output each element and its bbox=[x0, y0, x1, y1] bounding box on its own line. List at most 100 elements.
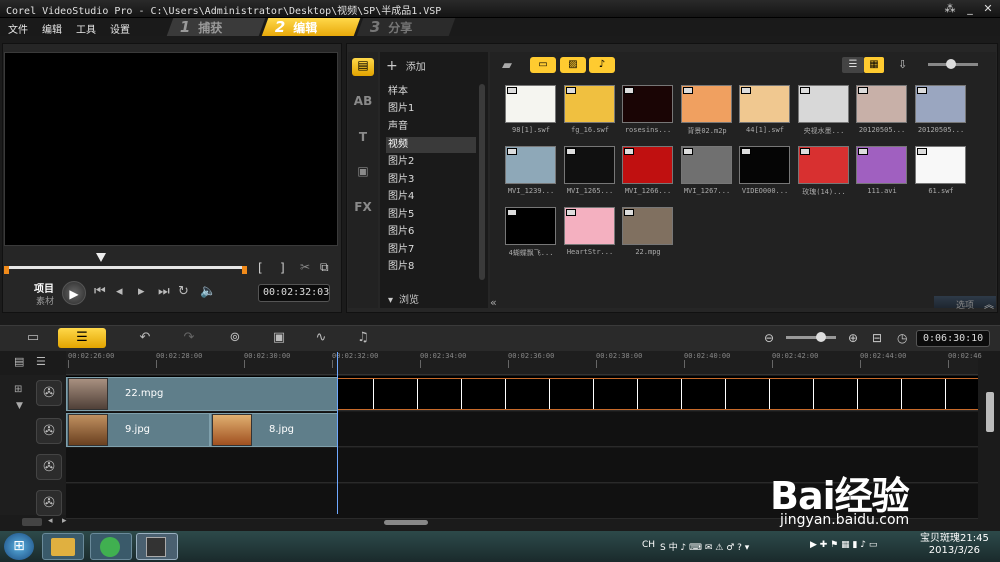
volume-icon[interactable]: 🔈 bbox=[200, 284, 216, 299]
voice-track-icon[interactable]: ✇ bbox=[36, 490, 62, 516]
scroll-left-icon[interactable]: ◂ bbox=[48, 516, 53, 526]
mode-project-label[interactable]: 项目 bbox=[34, 280, 54, 295]
add-folder-button[interactable]: + 添加 bbox=[386, 58, 426, 74]
tray-icons[interactable]: S 中 ♪ ⌨ ✉ ⚠ ♂ ? ▾ bbox=[660, 540, 749, 553]
media-library-icon[interactable]: ▤ bbox=[352, 58, 374, 76]
home-icon[interactable]: ⏮ bbox=[94, 284, 106, 299]
menu-edit[interactable]: 编辑 bbox=[42, 21, 62, 36]
step-share-tab[interactable]: 3 分享 bbox=[356, 18, 456, 36]
filter-fx-icon[interactable]: FX bbox=[352, 200, 374, 218]
library-thumbnail[interactable] bbox=[622, 146, 673, 184]
library-thumbnail[interactable] bbox=[564, 207, 615, 245]
menu-settings[interactable]: 设置 bbox=[110, 21, 130, 36]
timeline-horizontal-scrollbar[interactable] bbox=[384, 520, 428, 525]
show-photo-icon[interactable]: ▨ bbox=[560, 57, 586, 73]
list-view-icon[interactable]: ☰ bbox=[842, 57, 864, 73]
folder-item[interactable]: 图片6 bbox=[386, 224, 476, 240]
storyboard-view-icon[interactable]: ▭ bbox=[18, 328, 48, 348]
thumbnail-view-icon[interactable]: ▦ bbox=[864, 57, 884, 73]
step-capture-tab[interactable]: 1 捕获 bbox=[166, 18, 266, 36]
library-thumbnail[interactable] bbox=[622, 85, 673, 123]
start-button[interactable]: ⊞ bbox=[4, 533, 34, 560]
library-thumbnail[interactable] bbox=[681, 146, 732, 184]
mark-in-icon[interactable]: [ bbox=[258, 261, 263, 275]
library-thumbnail[interactable] bbox=[505, 85, 556, 123]
play-button[interactable]: ▶ bbox=[62, 281, 86, 305]
timeline-vertical-scrollbar[interactable] bbox=[986, 392, 994, 432]
chapter-marker-icon[interactable]: ☰ bbox=[36, 355, 46, 368]
tray-icons-2[interactable]: ▶ ✚ ⚑ ▦ ▮ ♪ ▭ bbox=[810, 540, 877, 550]
menu-tools[interactable]: 工具 bbox=[76, 21, 96, 36]
scrub-bar[interactable] bbox=[8, 266, 246, 269]
graphic-icon[interactable]: ▣ bbox=[352, 164, 374, 182]
fit-project-icon[interactable]: ⊟ bbox=[872, 331, 882, 345]
mode-clip-label[interactable]: 素材 bbox=[36, 294, 54, 307]
library-thumbnail[interactable] bbox=[915, 85, 966, 123]
ripple-dropdown-icon[interactable]: ▼ bbox=[16, 401, 23, 411]
folder-item[interactable]: 图片8 bbox=[386, 259, 476, 275]
enlarge-preview-icon[interactable]: ⧉ bbox=[320, 260, 329, 275]
library-thumbnail[interactable] bbox=[798, 146, 849, 184]
browse-button[interactable]: ▾ 浏览 bbox=[388, 291, 419, 306]
trim-end-marker[interactable] bbox=[242, 266, 247, 274]
folder-item-active[interactable]: 视频 bbox=[386, 137, 476, 153]
folder-item[interactable]: 图片2 bbox=[386, 154, 476, 170]
scroll-left-control[interactable] bbox=[22, 518, 42, 526]
scrubber-handle[interactable] bbox=[96, 253, 106, 262]
library-thumbnail[interactable] bbox=[915, 146, 966, 184]
repeat-icon[interactable]: ↻ bbox=[178, 284, 189, 299]
library-thumbnail[interactable] bbox=[622, 207, 673, 245]
ripple-edit-icon[interactable]: ⊞ bbox=[14, 384, 22, 395]
undo-icon[interactable]: ↶ bbox=[130, 328, 160, 348]
title-track-icon[interactable]: ✇ bbox=[36, 454, 62, 480]
settings-icon[interactable]: ⁂ bbox=[942, 2, 958, 16]
previous-frame-icon[interactable]: ◂ bbox=[116, 284, 123, 299]
redo-icon[interactable]: ↷ bbox=[174, 328, 204, 348]
zoom-in-icon[interactable]: ⊕ bbox=[848, 331, 858, 345]
minimize-button[interactable]: _ bbox=[962, 2, 978, 16]
track-manager-icon[interactable]: ▤ bbox=[14, 355, 24, 368]
scroll-right-icon[interactable]: ▸ bbox=[62, 516, 67, 526]
overlay-clip-2[interactable]: 8.jpg bbox=[210, 413, 338, 447]
library-thumbnail[interactable] bbox=[505, 146, 556, 184]
folder-item[interactable]: 声音 bbox=[386, 119, 476, 135]
split-clip-icon[interactable]: ✂ bbox=[300, 260, 310, 274]
folder-item[interactable]: 图片7 bbox=[386, 242, 476, 258]
library-thumbnail[interactable] bbox=[856, 85, 907, 123]
sort-icon[interactable]: ⇩ bbox=[898, 58, 907, 71]
overlay-track-icon[interactable]: ✇ bbox=[36, 418, 62, 444]
library-thumbnail[interactable] bbox=[739, 146, 790, 184]
sound-mixer-icon[interactable]: ∿ bbox=[306, 328, 336, 348]
library-thumbnail[interactable] bbox=[739, 85, 790, 123]
collapse-library-icon[interactable]: « bbox=[490, 296, 497, 309]
timeline-view-icon[interactable]: ☰ bbox=[58, 328, 106, 348]
auto-music-icon[interactable]: ♫ bbox=[348, 328, 378, 348]
folder-item[interactable]: 样本 bbox=[386, 84, 476, 100]
library-thumbnail[interactable] bbox=[505, 207, 556, 245]
options-label[interactable]: 选项 bbox=[956, 298, 974, 311]
trim-start-marker[interactable] bbox=[4, 266, 9, 274]
folder-item[interactable]: 图片3 bbox=[386, 172, 476, 188]
folder-open-icon[interactable]: ▰ bbox=[502, 58, 512, 73]
overlay-clip-1[interactable]: 9.jpg bbox=[66, 413, 210, 447]
folder-item[interactable]: 图片1 bbox=[386, 101, 476, 117]
thumb-size-knob[interactable] bbox=[946, 59, 956, 69]
zoom-out-icon[interactable]: ⊖ bbox=[764, 331, 774, 345]
video-clip[interactable]: 22.mpg bbox=[66, 377, 338, 411]
timeline-playhead[interactable] bbox=[337, 352, 338, 514]
library-thumbnail[interactable] bbox=[564, 146, 615, 184]
tray-language[interactable]: CH bbox=[642, 540, 655, 550]
zoom-knob[interactable] bbox=[816, 332, 826, 342]
folder-scrollbar[interactable] bbox=[479, 84, 485, 280]
library-thumbnail[interactable] bbox=[856, 146, 907, 184]
next-frame-icon[interactable]: ▸ bbox=[138, 284, 145, 299]
tray-clock[interactable]: 宝贝斑瑰21:45 2013/3/26 bbox=[920, 533, 989, 557]
menu-file[interactable]: 文件 bbox=[8, 21, 28, 36]
folder-item[interactable]: 图片4 bbox=[386, 189, 476, 205]
screen-capture-icon[interactable]: ▣ bbox=[264, 328, 294, 348]
folder-item[interactable]: 图片5 bbox=[386, 207, 476, 223]
instant-project-icon[interactable]: AB bbox=[352, 94, 374, 112]
options-expand-icon[interactable]: ︽ bbox=[984, 296, 994, 311]
step-edit-tab[interactable]: 2 编辑 bbox=[261, 18, 361, 36]
library-thumbnail[interactable] bbox=[798, 85, 849, 123]
